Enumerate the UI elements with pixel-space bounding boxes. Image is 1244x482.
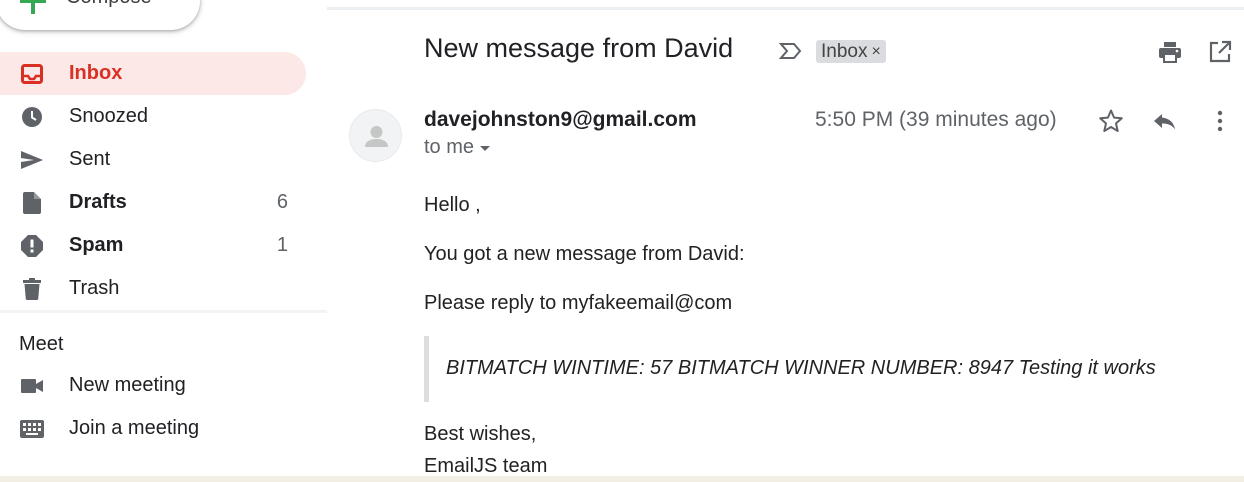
meet-section-title: Meet (19, 333, 64, 355)
trash-icon (20, 278, 44, 300)
avatar[interactable] (349, 109, 402, 162)
inbox-icon (20, 63, 44, 85)
remove-label-button[interactable]: × (871, 43, 880, 61)
sidebar-nav: Inbox Snoozed Sent Drafts 6 Spam 1 Trash (0, 52, 327, 310)
sidebar-item-label: Spam (69, 234, 124, 256)
email-subject: New message from David (424, 33, 734, 63)
compose-button[interactable]: Compose (0, 0, 200, 30)
email-signature: EmailJS team (424, 455, 548, 477)
email-quote-block: BITMATCH WINTIME: 57 BITMATCH WINNER NUM… (424, 336, 1224, 402)
print-icon[interactable] (1158, 40, 1182, 64)
sidebar-item-drafts[interactable]: Drafts 6 (0, 181, 306, 224)
spam-count: 1 (276, 234, 288, 256)
sidebar-item-trash[interactable]: Trash (0, 267, 306, 310)
sidebar-item-snoozed[interactable]: Snoozed (0, 95, 306, 138)
star-icon[interactable] (1098, 108, 1124, 134)
sidebar: Compose Inbox Snoozed Sent Drafts 6 (0, 0, 327, 482)
sidebar-item-spam[interactable]: Spam 1 (0, 224, 306, 267)
caret-down-icon (480, 146, 491, 151)
keyboard-icon (20, 418, 44, 440)
sidebar-item-label: Snoozed (69, 105, 148, 127)
clock-icon (20, 106, 44, 128)
spam-icon (20, 235, 44, 257)
meet-item-label: New meeting (69, 374, 186, 396)
message-timestamp: 5:50 PM (39 minutes ago) (815, 108, 1057, 131)
draft-icon (20, 192, 44, 214)
importance-marker-icon[interactable] (778, 41, 803, 61)
sidebar-item-inbox[interactable]: Inbox (0, 52, 306, 95)
email-signoff: Best wishes, (424, 423, 537, 445)
label-chip-text: Inbox (821, 40, 868, 62)
email-body-line: You got a new message from David: (424, 243, 745, 265)
video-icon (20, 375, 44, 397)
recipient-details-toggle[interactable]: to me (424, 136, 491, 159)
more-options-icon[interactable] (1208, 108, 1232, 134)
recipient-label: to me (424, 136, 475, 158)
meet-item-join-meeting[interactable]: Join a meeting (0, 409, 306, 449)
bottom-edge (0, 476, 1244, 482)
sender-email[interactable]: davejohnston9@gmail.com (424, 108, 697, 132)
sidebar-item-label: Sent (69, 148, 111, 170)
sidebar-item-label: Trash (69, 277, 120, 299)
sidebar-item-sent[interactable]: Sent (0, 138, 306, 181)
label-chip-inbox: Inbox × (816, 40, 886, 63)
sidebar-item-label: Inbox (69, 62, 123, 84)
default-avatar-icon (365, 126, 388, 147)
send-icon (20, 149, 44, 171)
email-quote-text: BITMATCH WINTIME: 57 BITMATCH WINNER NUM… (446, 357, 1156, 379)
sidebar-item-label: Drafts (69, 191, 127, 213)
toolbar-divider (327, 7, 1244, 10)
compose-label: Compose (66, 0, 152, 9)
meet-item-label: Join a meeting (69, 417, 200, 439)
email-body-line: Please reply to myfakeemail@com (424, 292, 733, 314)
reply-icon[interactable] (1152, 110, 1178, 134)
plus-icon (20, 0, 46, 14)
sidebar-divider (0, 310, 327, 313)
drafts-count: 6 (276, 191, 288, 213)
meet-item-new-meeting[interactable]: New meeting (0, 366, 306, 406)
open-in-new-window-icon[interactable] (1208, 40, 1232, 64)
email-greeting: Hello , (424, 194, 481, 216)
